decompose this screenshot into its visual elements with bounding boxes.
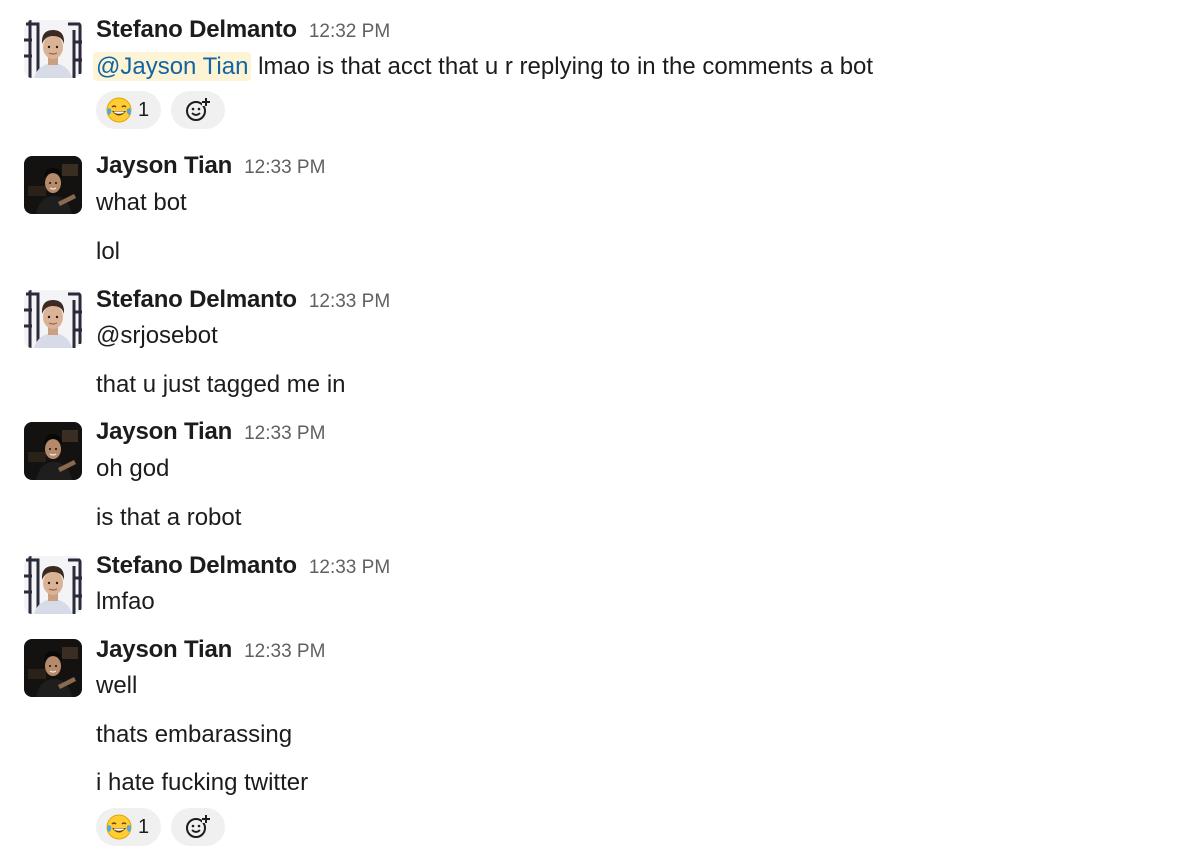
- avatar[interactable]: [24, 639, 82, 697]
- message-text-body: lmao is that acct that u r replying to i…: [251, 53, 874, 80]
- face-with-tears-of-joy-icon: [106, 814, 132, 840]
- avatar[interactable]: [24, 20, 82, 78]
- message-text: @Jayson Tian lmao is that acct that u r …: [93, 52, 874, 82]
- message-header: Jayson Tian 12:33 PM: [96, 152, 325, 182]
- message-text: what bot: [96, 189, 187, 216]
- message-text: oh god: [96, 455, 170, 482]
- jayson-avatar-icon: [24, 156, 82, 214]
- add-reaction-icon: [186, 814, 212, 838]
- timestamp[interactable]: 12:32 PM: [309, 21, 390, 43]
- author-name[interactable]: Stefano Delmanto: [96, 16, 297, 44]
- message-header: Stefano Delmanto 12:32 PM: [96, 16, 390, 46]
- timestamp[interactable]: 12:33 PM: [244, 157, 325, 179]
- message-text: is that a robot: [96, 504, 242, 531]
- avatar[interactable]: [24, 156, 82, 214]
- timestamp[interactable]: 12:33 PM: [309, 557, 390, 579]
- author-name[interactable]: Jayson Tian: [96, 418, 232, 446]
- stefano-avatar-icon: [24, 20, 82, 78]
- message-text: that u just tagged me in: [96, 371, 346, 398]
- message-text: thats embarassing: [96, 721, 293, 748]
- timestamp[interactable]: 12:33 PM: [309, 291, 390, 313]
- user-mention[interactable]: @Jayson Tian: [93, 52, 252, 81]
- add-reaction-button[interactable]: [171, 808, 226, 846]
- message-text: lmfao: [96, 588, 155, 615]
- add-reaction-button[interactable]: [171, 91, 226, 129]
- add-reaction-icon: [186, 97, 212, 121]
- face-with-tears-of-joy-icon: [106, 97, 132, 123]
- message-text: i hate fucking twitter: [96, 769, 309, 796]
- timestamp[interactable]: 12:33 PM: [244, 423, 325, 445]
- message-header: Jayson Tian 12:33 PM: [96, 636, 325, 666]
- author-name[interactable]: Jayson Tian: [96, 636, 232, 664]
- avatar[interactable]: [24, 422, 82, 480]
- author-name[interactable]: Jayson Tian: [96, 152, 232, 180]
- stefano-avatar-icon: [24, 290, 82, 348]
- message-header: Stefano Delmanto 12:33 PM: [96, 552, 390, 582]
- reaction-pill[interactable]: 1: [96, 91, 162, 129]
- reaction-bar: 1: [96, 91, 226, 129]
- author-name[interactable]: Stefano Delmanto: [96, 552, 297, 580]
- message-header: Stefano Delmanto 12:33 PM: [96, 286, 390, 316]
- jayson-avatar-icon: [24, 639, 82, 697]
- author-name[interactable]: Stefano Delmanto: [96, 286, 297, 314]
- message-text: @srjosebot: [96, 322, 218, 349]
- reaction-pill[interactable]: 1: [96, 808, 162, 846]
- message-header: Jayson Tian 12:33 PM: [96, 418, 325, 448]
- reaction-count: 1: [138, 98, 150, 121]
- message-text: lol: [96, 238, 121, 265]
- avatar[interactable]: [24, 556, 82, 614]
- message-text: well: [96, 672, 138, 699]
- reaction-count: 1: [138, 815, 150, 838]
- stefano-avatar-icon: [24, 556, 82, 614]
- timestamp[interactable]: 12:33 PM: [244, 641, 325, 663]
- reaction-bar: 1: [96, 808, 226, 846]
- jayson-avatar-icon: [24, 422, 82, 480]
- avatar[interactable]: [24, 290, 82, 348]
